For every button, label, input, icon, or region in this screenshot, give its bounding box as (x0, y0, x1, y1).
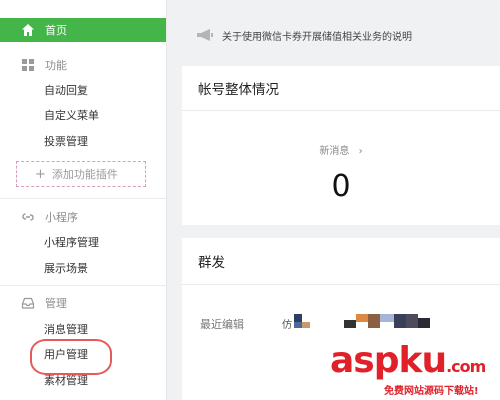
home-icon (22, 24, 34, 36)
last-edit-label: 最近编辑 (200, 318, 244, 331)
watermark-subtitle: 免费网站源码下载站! (384, 386, 479, 397)
chevron-right-icon: › (358, 146, 363, 157)
account-card-header: 帐号整体情况 (182, 66, 500, 111)
watermark-part-a: asp (330, 340, 399, 381)
sidebar-item-auto-reply[interactable]: 自动回复 (44, 84, 88, 98)
watermark-main-text: aspku.com (330, 340, 486, 381)
section-title: 小程序 (45, 211, 78, 224)
grid-icon (22, 59, 34, 71)
watermark-logo: aspku.com 免费网站源码下载站! (322, 340, 500, 400)
sidebar-item-vote-manage[interactable]: 投票管理 (44, 135, 88, 149)
plus-icon: + (35, 166, 46, 182)
section-title: 管理 (45, 297, 67, 310)
section-functions: 功能 (0, 54, 166, 76)
sidebar-item-material-manage[interactable]: 素材管理 (44, 374, 88, 388)
sidebar-item-home[interactable]: 首页 (0, 18, 166, 42)
sidebar-item-miniprogram-manage[interactable]: 小程序管理 (44, 236, 99, 250)
sidebar-item-label: 首页 (45, 24, 67, 37)
new-messages-link[interactable]: 新消息 › (182, 142, 500, 157)
section-miniprogram: 小程序 (0, 206, 166, 228)
sidebar-item-display-scene[interactable]: 展示场景 (44, 262, 88, 276)
watermark-part-c: .com (446, 357, 486, 376)
new-messages-count: 0 (331, 169, 351, 204)
megaphone-icon (197, 29, 213, 41)
notice-bar[interactable]: 关于使用微信卡券开展储值相关业务的说明 (166, 18, 500, 52)
divider (0, 285, 166, 286)
account-card-title: 帐号整体情况 (198, 82, 279, 98)
add-plugin-button[interactable]: + 添加功能插件 (16, 161, 146, 187)
link-icon (22, 213, 34, 221)
section-management: 管理 (0, 292, 166, 314)
broadcast-card-title: 群发 (198, 255, 225, 271)
broadcast-card-header: 群发 (182, 238, 500, 285)
highlight-annotation (30, 339, 112, 375)
notice-text: 关于使用微信卡券开展储值相关业务的说明 (222, 31, 412, 43)
watermark-part-b: ku (398, 340, 448, 381)
section-title: 功能 (45, 59, 67, 72)
last-edit-prefix: 仿 (282, 320, 292, 331)
new-messages-label: 新消息 (319, 146, 350, 157)
add-plugin-label: 添加功能插件 (51, 168, 118, 181)
inbox-icon (21, 297, 35, 309)
account-card-body: 新消息 › 0 (182, 111, 500, 225)
sidebar-item-custom-menu[interactable]: 自定义菜单 (44, 109, 99, 123)
divider (0, 198, 166, 199)
sidebar-item-message-manage[interactable]: 消息管理 (44, 323, 88, 337)
